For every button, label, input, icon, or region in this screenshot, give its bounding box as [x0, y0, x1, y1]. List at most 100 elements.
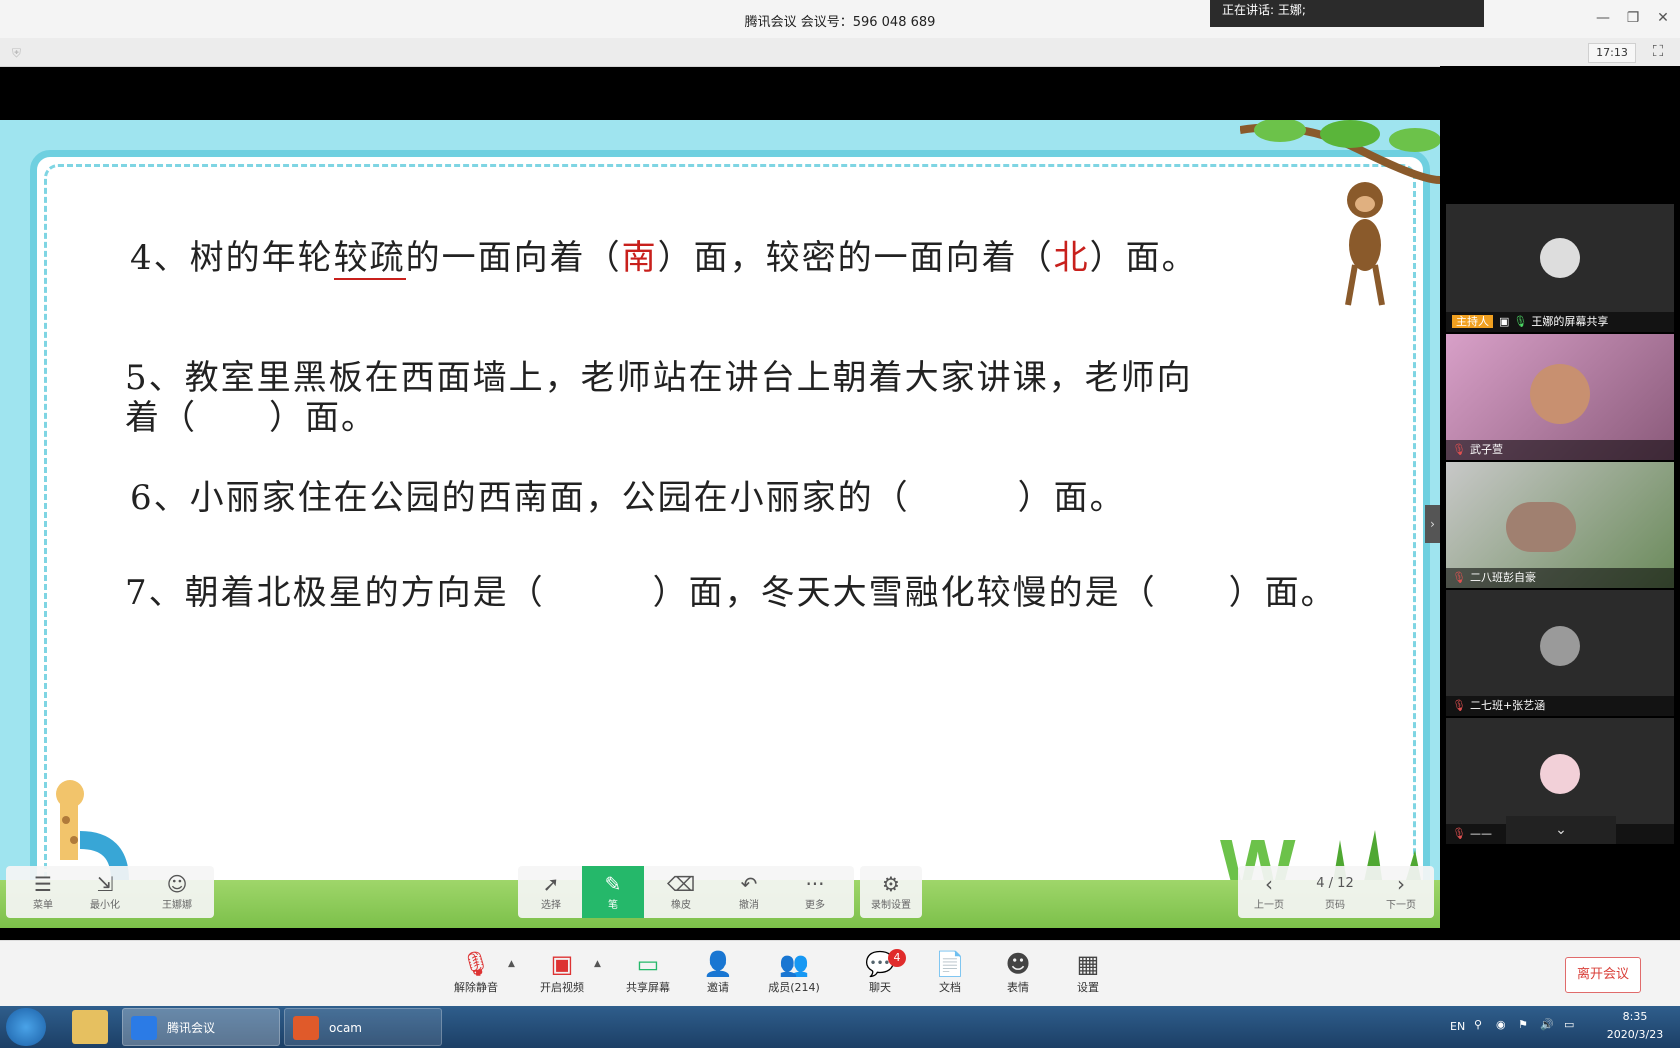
participant-name: 🎙 武子萱 [1446, 440, 1674, 460]
audio-options-caret-icon[interactable]: ▲ [508, 959, 515, 969]
invite-button[interactable]: 👤 邀请 [680, 949, 756, 995]
pen-tool-button[interactable]: ✎ 笔 [582, 866, 644, 918]
record-settings-button[interactable]: ⚙ 录制设置 [860, 866, 922, 918]
collapse-panel-button[interactable]: › [1425, 505, 1440, 543]
volume-icon[interactable]: 🔊 [1540, 1018, 1554, 1031]
screen-share-icon: ▭ [636, 950, 660, 978]
tray-tools-icon[interactable]: ⚲ [1474, 1018, 1482, 1031]
settings-button[interactable]: ▦ 设置 [1050, 949, 1126, 995]
fullscreen-icon[interactable]: ⛶ [1648, 42, 1668, 62]
presenter-label: 王娜娜 [162, 900, 192, 911]
undo-button[interactable]: ↶ 撤消 [718, 866, 780, 918]
document-icon: 📄 [935, 950, 965, 978]
mic-icon: 🎙 [1513, 315, 1528, 328]
page-label: 页码 [1325, 900, 1345, 911]
annotation-toolbar: ➚ 选择 ✎ 笔 ⌫ 橡皮 ↶ 撤消 ··· 更多 [518, 866, 854, 918]
select-tool-button[interactable]: ➚ 选择 [520, 866, 582, 918]
members-icon: 👥 [779, 950, 809, 978]
shield-icon[interactable]: ⛨ [12, 46, 26, 60]
record-label: 录制设置 [871, 900, 911, 911]
menu-label: 菜单 [33, 900, 53, 911]
minimize-window-icon[interactable]: — [1592, 8, 1614, 28]
undo-label: 撤消 [739, 900, 759, 911]
emoji-label: 表情 [1007, 981, 1029, 994]
mic-muted-icon: 🎙 [1452, 571, 1466, 584]
slide-pager: ‹ 上一页 4 / 12 页码 › 下一页 [1238, 866, 1434, 918]
file-explorer-icon[interactable] [72, 1010, 108, 1044]
share-screen-label: 共享屏幕 [626, 981, 670, 994]
participant-name: 主持人 ▣ 🎙 王娜的屏幕共享 [1446, 312, 1674, 332]
close-window-icon[interactable]: ✕ [1652, 8, 1674, 28]
invite-label: 邀请 [707, 981, 729, 994]
participant-tile[interactable]: 主持人 ▣ 🎙 王娜的屏幕共享 [1446, 204, 1674, 332]
emoji-button[interactable]: ☻ 表情 [980, 949, 1056, 995]
members-button[interactable]: 👥 成员(214) [756, 949, 832, 995]
shared-slide: W 4、树的年轮较疏的一面向着（南）面，较密的一面向着（北）面。 5、教室里黑板… [0, 120, 1440, 928]
avatar [1540, 626, 1580, 666]
participant-tile[interactable]: 🎙 武子萱 [1446, 334, 1674, 460]
screen-share-icon: ▣ [1499, 315, 1510, 328]
start-button[interactable] [6, 1008, 46, 1046]
action-center-icon[interactable]: ▭ [1564, 1018, 1574, 1031]
minimize-label: 最小化 [90, 900, 120, 911]
ocam-icon [293, 1016, 319, 1040]
pen-label: 笔 [608, 900, 618, 911]
chevron-down-icon[interactable]: ⌄ [1506, 816, 1616, 844]
next-page-label: 下一页 [1386, 900, 1416, 911]
more-label: 更多 [805, 900, 825, 911]
wechat-icon[interactable]: ◉ [1496, 1018, 1506, 1031]
taskbar-app-label: 腾讯会议 [167, 1021, 216, 1035]
pen-icon: ✎ [604, 872, 622, 896]
documents-button[interactable]: 📄 文档 [912, 949, 988, 995]
avatar [1540, 754, 1580, 794]
page-indicator[interactable]: 4 / 12 页码 [1304, 866, 1366, 918]
undo-icon: ↶ [740, 872, 758, 896]
tencent-meeting-icon [131, 1016, 157, 1040]
share-screen-button[interactable]: ▭ 共享屏幕 [610, 949, 686, 995]
chevron-right-icon: › [1397, 872, 1405, 896]
next-page-button[interactable]: › 下一页 [1370, 866, 1432, 918]
question-7: 7、朝着北极星的方向是（ ）面，冬天大雪融化较慢的是（ ）面。 [125, 573, 1337, 613]
documents-label: 文档 [939, 981, 961, 994]
start-video-button[interactable]: ▣ 开启视频 [524, 949, 600, 995]
participant-name-text: —— [1469, 827, 1492, 840]
minimize-button[interactable]: ⇲ 最小化 [74, 866, 136, 918]
participant-name-text: 二八班彭自豪 [1469, 571, 1536, 584]
chat-button[interactable]: 💬 聊天 [842, 949, 918, 995]
settings-icon: ▦ [1076, 950, 1100, 978]
input-language[interactable]: EN [1450, 1020, 1465, 1033]
info-bar [0, 38, 1680, 67]
eraser-tool-button[interactable]: ⌫ 橡皮 [650, 866, 712, 918]
minimize-icon: ⇲ [96, 872, 114, 896]
prev-page-label: 上一页 [1254, 900, 1284, 911]
presenter-avatar-button[interactable]: ☺ 王娜娜 [146, 866, 208, 918]
unmute-button[interactable]: 🎙 解除静音 [438, 949, 514, 995]
menu-button[interactable]: ☰ 菜单 [12, 866, 74, 918]
participant-tile[interactable]: 🎙 —— ⌄ [1446, 718, 1674, 844]
leave-meeting-button[interactable]: 离开会议 [1565, 957, 1641, 993]
clock-date[interactable]: 2020/3/23 [1596, 1028, 1674, 1041]
network-icon[interactable]: ⚑ [1518, 1018, 1528, 1031]
chat-unread-badge: 4 [888, 949, 906, 967]
taskbar-app-tencent-meeting[interactable]: 腾讯会议 [122, 1008, 280, 1046]
prev-page-button[interactable]: ‹ 上一页 [1238, 866, 1300, 918]
meeting-timer: 17:13 [1588, 43, 1636, 63]
video-feed [1530, 364, 1590, 424]
participant-tile[interactable]: 🎙 二八班彭自豪 [1446, 462, 1674, 588]
participant-tile[interactable]: 🎙 二七班+张艺涵 [1446, 590, 1674, 716]
taskbar-app-ocam[interactable]: ocam [284, 1008, 442, 1046]
q4-answer-1: 南 [621, 238, 658, 278]
clock-time[interactable]: 8:35 [1600, 1010, 1670, 1023]
record-settings-icon: ⚙ [882, 872, 900, 896]
avatar [1540, 238, 1580, 278]
question-5-line2: 着（ ）面。 [125, 398, 377, 438]
restore-window-icon[interactable]: ❐ [1622, 8, 1644, 28]
mic-muted-icon: 🎙 [1452, 827, 1466, 840]
q4-text-mid1: 的一面向着（ [405, 238, 622, 278]
eraser-icon: ⌫ [666, 872, 696, 896]
emoji-icon: ☻ [1005, 950, 1031, 978]
select-label: 选择 [541, 900, 561, 911]
video-options-caret-icon[interactable]: ▲ [594, 959, 601, 969]
system-tray: EN ⚲ ◉ ⚑ 🔊 ▭ 8:35 2020/3/23 [1440, 1006, 1680, 1048]
more-tools-button[interactable]: ··· 更多 [784, 866, 846, 918]
